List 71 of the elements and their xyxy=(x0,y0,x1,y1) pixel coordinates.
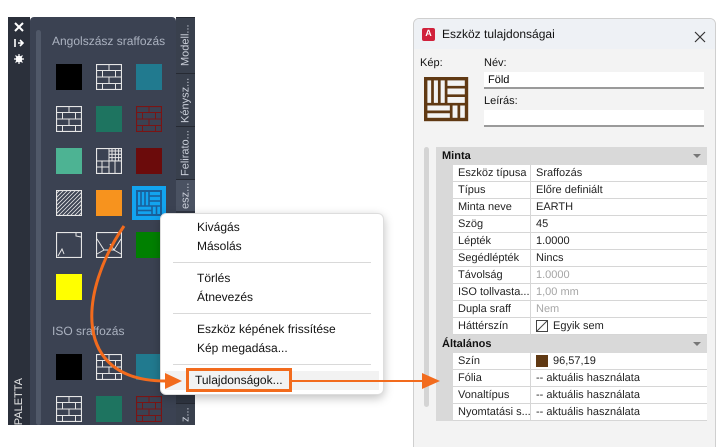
menu-item[interactable]: Tulajdonságok... xyxy=(165,371,379,390)
menu-item[interactable]: Átnevezés xyxy=(165,288,379,307)
side-tab[interactable]: esz... xyxy=(176,179,195,211)
color-swatch[interactable] xyxy=(56,148,82,174)
side-tab[interactable]: Modell... xyxy=(176,17,195,73)
property-label: Minta neve xyxy=(453,199,531,216)
property-label: Vonaltípus xyxy=(453,387,531,404)
property-label: Fólia xyxy=(453,370,531,387)
property-value[interactable]: 45 xyxy=(531,216,707,233)
side-tab[interactable]: Kénysz... xyxy=(176,73,195,126)
menu-item[interactable]: Kivágás xyxy=(165,218,379,237)
caret-icon[interactable] xyxy=(693,154,701,158)
menu-item[interactable]: Eszköz képének frissítése xyxy=(165,320,379,339)
color-swatch[interactable] xyxy=(96,396,122,422)
name-field[interactable]: Föld xyxy=(484,72,704,89)
caret-icon[interactable] xyxy=(693,342,701,346)
property-value[interactable]: -- aktuális használata xyxy=(531,387,707,404)
property-label: Segédlépték xyxy=(453,250,531,267)
menu-item[interactable]: Másolás xyxy=(165,237,379,256)
description-field[interactable] xyxy=(484,110,704,127)
app-icon: A xyxy=(422,28,435,40)
property-value[interactable]: 1.0000 xyxy=(531,233,707,250)
property-label: Háttérszín xyxy=(453,318,531,335)
property-value[interactable]: -- aktuális használata xyxy=(531,404,707,421)
property-value[interactable]: Egyik sem xyxy=(531,318,707,335)
property-label: Dupla sraff xyxy=(453,301,531,318)
side-tab[interactable]: Felirato... xyxy=(176,126,195,179)
property-label: ISO tollvasta... xyxy=(453,284,531,301)
close-icon[interactable] xyxy=(14,22,24,32)
hatch-pattern-swatch[interactable] xyxy=(136,106,162,132)
property-label: Lépték xyxy=(453,233,531,250)
name-label: Név: xyxy=(484,57,508,70)
property-value[interactable]: 96,57,19 xyxy=(531,353,707,370)
section-header[interactable]: Általános xyxy=(436,335,707,353)
dialog-title: Eszköz tulajdonságai xyxy=(442,26,555,43)
property-label: Típus xyxy=(453,182,531,199)
property-value[interactable]: EARTH xyxy=(531,199,707,216)
property-label: Távolság xyxy=(453,267,531,284)
image-label: Kép: xyxy=(420,57,444,70)
color-swatch[interactable] xyxy=(136,232,162,258)
settings-icon[interactable] xyxy=(14,54,24,64)
scroll-bar[interactable] xyxy=(424,147,429,407)
color-swatch[interactable] xyxy=(56,354,82,380)
palette-title: PALETTA xyxy=(12,376,26,425)
hatch-pattern-swatch[interactable] xyxy=(136,396,162,422)
section-header[interactable]: Minta xyxy=(436,147,707,165)
menu-item[interactable]: Törlés xyxy=(165,269,379,288)
scroll-bar[interactable] xyxy=(36,30,41,425)
color-swatch[interactable] xyxy=(136,64,162,90)
color-swatch[interactable] xyxy=(96,106,122,132)
color-swatch[interactable] xyxy=(96,190,122,216)
property-value[interactable]: Sraffozás xyxy=(531,165,707,182)
hatch-preview-icon xyxy=(422,74,470,124)
property-label: Eszköz típusa xyxy=(453,165,531,182)
property-value[interactable]: Nincs xyxy=(531,250,707,267)
color-swatch[interactable] xyxy=(136,148,162,174)
pin-icon[interactable] xyxy=(14,38,24,48)
property-label: Szög xyxy=(453,216,531,233)
color-swatch[interactable] xyxy=(56,64,82,90)
property-value[interactable]: -- aktuális használata xyxy=(531,370,707,387)
hatch-pattern-swatch[interactable] xyxy=(136,190,162,216)
group-title: Angolszász sraffozás xyxy=(52,33,166,50)
side-tab[interactable]: z... xyxy=(176,403,195,425)
property-label: Szín xyxy=(453,353,531,370)
no-color-icon xyxy=(536,320,548,332)
description-label: Leírás: xyxy=(484,95,519,108)
property-value[interactable]: Előre definiált xyxy=(531,182,707,199)
color-swatch[interactable] xyxy=(56,274,82,300)
color-swatch xyxy=(536,355,548,367)
menu-item[interactable]: Kép megadása... xyxy=(165,339,379,358)
property-label: Nyomtatási s... xyxy=(453,404,531,421)
